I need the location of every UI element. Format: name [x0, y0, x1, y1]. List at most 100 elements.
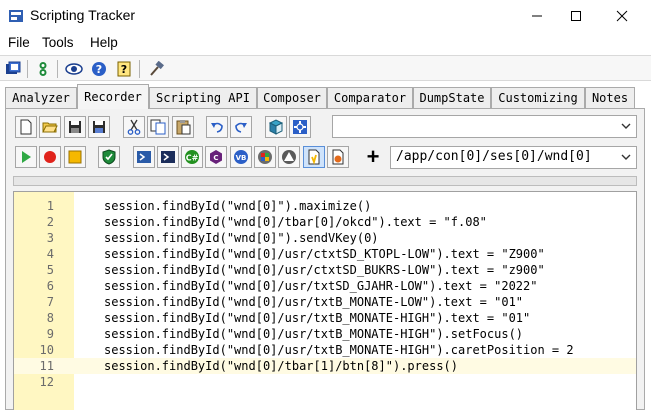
svg-text:C: C: [213, 154, 218, 162]
progress-bar: [13, 176, 637, 186]
menu-help[interactable]: Help: [90, 35, 118, 50]
code-text: session.findById("wnd[0]/usr/txtB_MONATE…: [104, 343, 574, 357]
code-line[interactable]: 3 session.findById("wnd[0]").sendVKey(0): [14, 230, 636, 246]
autoit-button[interactable]: [278, 146, 300, 168]
code-line[interactable]: 6 session.findById("wnd[0]/usr/txtSD_GJAH…: [14, 278, 636, 294]
code-text: session.findById("wnd[0]/usr/txtB_MONATE…: [104, 327, 524, 341]
line-number: 9: [46, 327, 54, 341]
tab-scripting-api[interactable]: Scripting API: [149, 87, 257, 108]
session-select[interactable]: [332, 115, 637, 138]
book-button[interactable]: [265, 116, 287, 138]
target-button[interactable]: [289, 116, 311, 138]
redo-button[interactable]: [230, 116, 252, 138]
code-text: session.findById("wnd[0]/usr/txtSD_GJAHR…: [104, 279, 538, 293]
line-number: 11: [39, 359, 54, 373]
path-select[interactable]: /app/con[0]/ses[0]/wnd[0]: [390, 146, 637, 169]
code-line[interactable]: 11 session.findById("wnd[0]/tbar[1]/btn[8…: [14, 358, 636, 374]
maximize-button[interactable]: [553, 0, 599, 32]
copy-button[interactable]: [147, 116, 169, 138]
code-line[interactable]: 10 session.findById("wnd[0]/usr/txtB_MONA…: [14, 342, 636, 358]
code-text: session.findById("wnd[0]/tbar[1]/btn[8]"…: [104, 359, 459, 373]
main-toolbar: ? ?: [0, 55, 651, 81]
webscript-button[interactable]: [327, 146, 349, 168]
line-number: 4: [46, 247, 54, 261]
code-text: session.findById("wnd[0]").sendVKey(0): [104, 231, 379, 245]
code-line[interactable]: 2 session.findById("wnd[0]/tbar[0]/okcd")…: [14, 214, 636, 230]
recorder-panel: C# C VB + /app/con[0]/ses[0]/wnd[0] 1 ses…: [5, 108, 645, 410]
shield-icon[interactable]: [98, 146, 120, 168]
tab-recorder[interactable]: Recorder: [77, 84, 149, 109]
line-number: 7: [46, 295, 54, 309]
tab-dumpstate[interactable]: DumpState: [413, 87, 491, 108]
line-number: 10: [39, 343, 54, 357]
script-editor[interactable]: 1 session.findById("wnd[0]").maximize() 2 s…: [13, 191, 637, 410]
toolbar-separator: [139, 60, 140, 78]
code-text: session.findById("wnd[0]/usr/txtB_MONATE…: [104, 311, 531, 325]
save-as-button[interactable]: [88, 116, 110, 138]
new-button[interactable]: [15, 116, 37, 138]
session-icon[interactable]: [33, 59, 53, 79]
code-line[interactable]: 4 session.findById("wnd[0]/usr/ctxtSD_KTO…: [14, 246, 636, 262]
about-icon[interactable]: ?: [114, 59, 134, 79]
line-number: 3: [46, 231, 54, 245]
tab-analyzer[interactable]: Analyzer: [5, 87, 77, 108]
record-button[interactable]: [39, 146, 61, 168]
line-number: 2: [46, 215, 54, 229]
code-line[interactable]: 1 session.findById("wnd[0]").maximize(): [14, 198, 636, 214]
app-icon: [8, 8, 24, 24]
cmd-button[interactable]: [157, 146, 179, 168]
vbnet-button[interactable]: VB: [230, 146, 252, 168]
code-line[interactable]: 12: [14, 374, 636, 390]
window-title: Scripting Tracker: [30, 7, 136, 23]
javascript-button[interactable]: [303, 146, 325, 168]
line-number: 12: [39, 375, 54, 389]
menu-bar: File Tools Help: [0, 32, 651, 54]
svg-text:C#: C#: [186, 154, 199, 163]
chevron-down-icon: [620, 151, 632, 163]
code-text: session.findById("wnd[0]/usr/ctxtSD_BUKR…: [104, 263, 545, 277]
help-icon[interactable]: ?: [89, 59, 109, 79]
tab-strip: Analyzer Recorder Scripting API Composer…: [0, 84, 651, 109]
cut-button[interactable]: [123, 116, 145, 138]
add-button[interactable]: +: [362, 144, 384, 169]
stop-button[interactable]: [64, 146, 86, 168]
code-line[interactable]: 5 session.findById("wnd[0]/usr/ctxtSD_BUK…: [14, 262, 636, 278]
save-button[interactable]: [64, 116, 86, 138]
undo-button[interactable]: [206, 116, 228, 138]
toolbar-separator: [57, 60, 58, 78]
hammer-icon[interactable]: [146, 59, 166, 79]
paste-button[interactable]: [172, 116, 194, 138]
menu-tools[interactable]: Tools: [42, 35, 74, 50]
code-text: session.findById("wnd[0]/tbar[0]/okcd").…: [104, 215, 487, 229]
toolbar-separator: [27, 60, 28, 78]
connect-icon[interactable]: [3, 59, 23, 79]
line-number: 5: [46, 263, 54, 277]
code-text: session.findById("wnd[0]/usr/ctxtSD_KTOP…: [104, 247, 545, 261]
line-number: 1: [46, 199, 54, 213]
python-button[interactable]: [254, 146, 276, 168]
eye-icon[interactable]: [64, 59, 84, 79]
menu-file[interactable]: File: [8, 35, 30, 50]
title-bar: Scripting Tracker: [0, 0, 651, 32]
close-button[interactable]: [599, 0, 645, 32]
code-line[interactable]: 7 session.findById("wnd[0]/usr/txtB_MONAT…: [14, 294, 636, 310]
code-line[interactable]: 9 session.findById("wnd[0]/usr/txtB_MONAT…: [14, 326, 636, 342]
line-number: 6: [46, 279, 54, 293]
code-text: session.findById("wnd[0]").maximize(): [104, 199, 372, 213]
tab-composer[interactable]: Composer: [257, 87, 327, 108]
line-number: 8: [46, 311, 54, 325]
svg-text:?: ?: [96, 63, 102, 76]
play-button[interactable]: [15, 146, 37, 168]
powershell-button[interactable]: [133, 146, 155, 168]
tab-comparator[interactable]: Comparator: [327, 87, 413, 108]
cpp-button[interactable]: C: [205, 146, 227, 168]
tab-notes[interactable]: Notes: [585, 87, 635, 108]
csharp-button[interactable]: C#: [181, 146, 203, 168]
code-line[interactable]: 8 session.findById("wnd[0]/usr/txtB_MONAT…: [14, 310, 636, 326]
svg-text:?: ?: [121, 63, 127, 76]
code-text: session.findById("wnd[0]/usr/txtB_MONATE…: [104, 295, 524, 309]
svg-text:VB: VB: [236, 154, 247, 162]
path-select-value: /app/con[0]/ses[0]/wnd[0]: [396, 149, 592, 164]
open-button[interactable]: [39, 116, 61, 138]
tab-customizing[interactable]: Customizing: [491, 87, 585, 108]
